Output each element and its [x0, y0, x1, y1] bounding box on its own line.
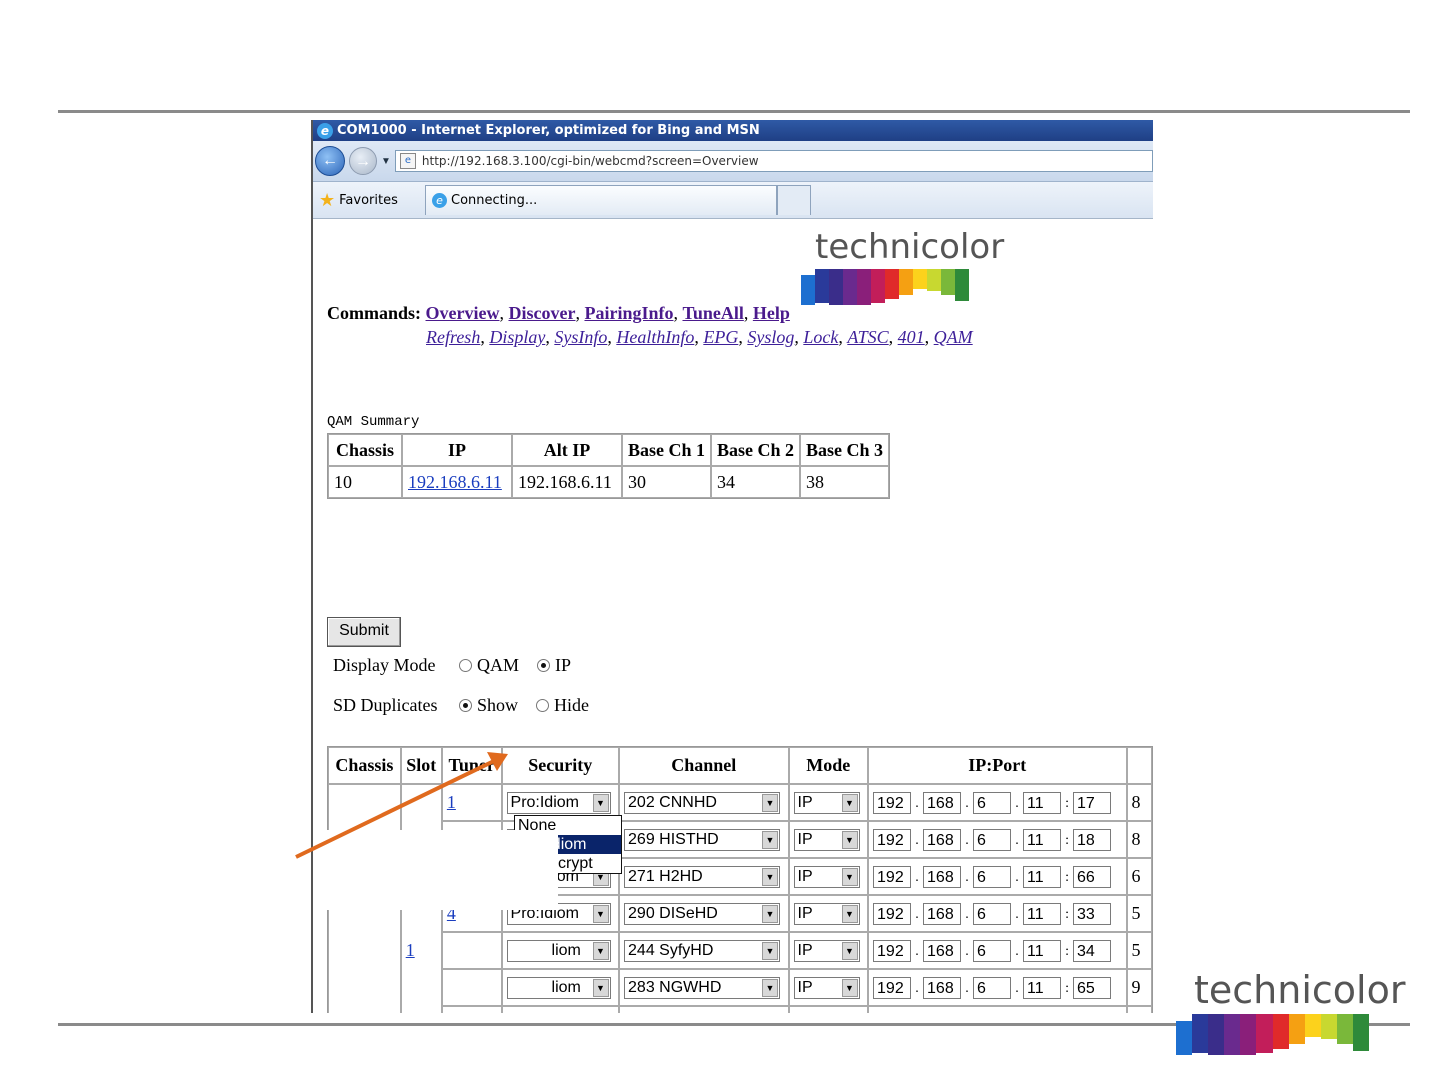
annotation-arrow: [295, 752, 508, 859]
arrow-line: [295, 758, 497, 859]
